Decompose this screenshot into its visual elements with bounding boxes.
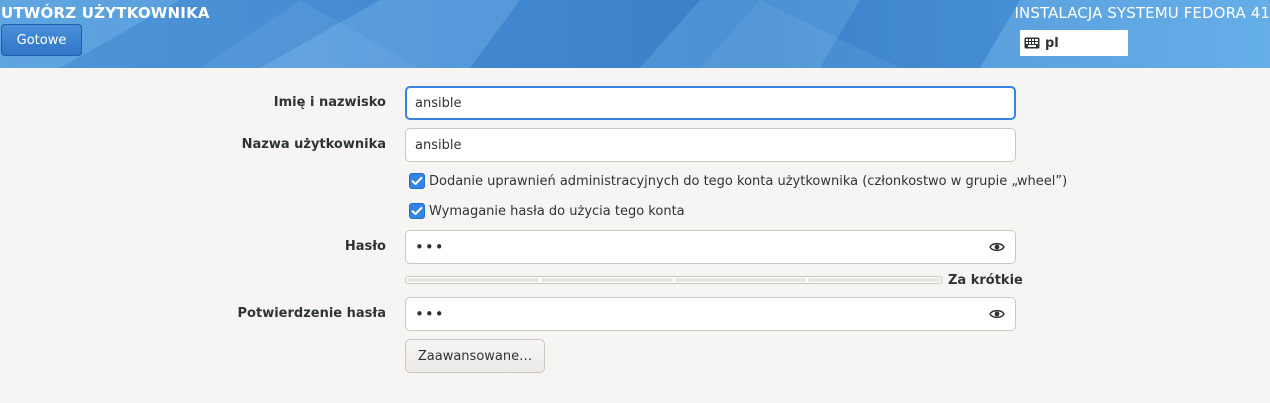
keyboard-layout-indicator[interactable]: pl <box>1020 30 1128 56</box>
confirm-password-input[interactable]: ••• <box>405 297 1016 331</box>
eye-icon[interactable] <box>989 241 1005 253</box>
strength-segment <box>407 278 539 282</box>
advanced-button[interactable]: Zaawansowane… <box>405 339 545 373</box>
keyboard-icon <box>1024 37 1040 49</box>
password-input[interactable]: ••• <box>405 230 1016 264</box>
strength-segment <box>808 278 940 282</box>
confirm-password-label: Potwierdzenie hasła <box>237 306 386 321</box>
password-value: ••• <box>415 238 445 256</box>
admin-checkbox-row[interactable]: Dodanie uprawnień administracyjnych do t… <box>409 172 1067 190</box>
done-button[interactable]: Gotowe <box>1 24 82 56</box>
checkmark-icon <box>411 176 423 185</box>
header-banner: UTWÓRZ UŻYTKOWNIKA Gotowe INSTALACJA SYS… <box>0 0 1270 68</box>
require-password-checkbox-label: Wymaganie hasła do użycia tego konta <box>429 203 685 219</box>
require-password-checkbox-row[interactable]: Wymaganie hasła do użycia tego konta <box>409 202 685 220</box>
username-value: ansible <box>415 137 462 153</box>
checkmark-icon <box>411 206 423 215</box>
installer-title: INSTALACJA SYSTEMU FEDORA 41 <box>1014 4 1270 22</box>
password-strength-label: Za krótkie <box>948 273 1023 288</box>
admin-checkbox-label: Dodanie uprawnień administracyjnych do t… <box>429 173 1068 189</box>
username-label: Nazwa użytkownika <box>241 137 386 152</box>
keyboard-layout-label: pl <box>1045 35 1059 51</box>
strength-segment <box>674 278 807 282</box>
password-strength-bar <box>405 276 942 284</box>
username-input[interactable]: ansible <box>405 128 1016 162</box>
password-label: Hasło <box>344 239 386 254</box>
confirm-password-value: ••• <box>415 305 445 323</box>
eye-icon[interactable] <box>989 308 1005 320</box>
full-name-value: ansible <box>415 95 462 111</box>
page-title: UTWÓRZ UŻYTKOWNIKA <box>1 4 210 22</box>
strength-segment <box>540 278 673 282</box>
full-name-input[interactable]: ansible <box>405 86 1016 120</box>
admin-checkbox[interactable] <box>409 173 425 189</box>
require-password-checkbox[interactable] <box>409 203 425 219</box>
full-name-label: Imię i nazwisko <box>273 95 386 110</box>
